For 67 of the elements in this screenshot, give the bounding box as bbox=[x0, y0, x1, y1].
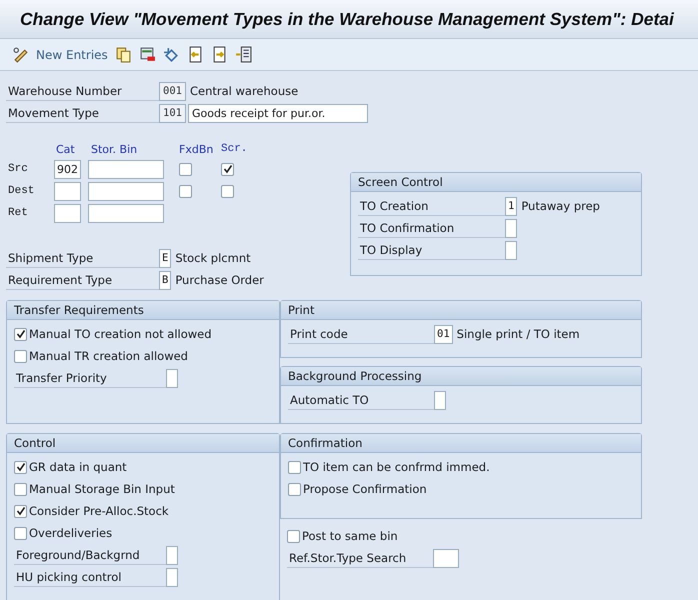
group-title: Transfer Requirements bbox=[7, 301, 279, 320]
column-header: Stor. Bin bbox=[91, 142, 138, 156]
input-field[interactable] bbox=[54, 182, 81, 200]
input-field[interactable]: 01 bbox=[434, 324, 453, 344]
field-value[interactable]: 001 bbox=[159, 82, 186, 100]
checkbox-label: GR data in quant bbox=[29, 460, 127, 474]
checkbox[interactable] bbox=[287, 530, 300, 542]
input-field[interactable] bbox=[166, 568, 178, 586]
group-title: Screen Control bbox=[351, 173, 641, 192]
input-field[interactable] bbox=[166, 546, 178, 564]
checkbox-label: Manual TR creation allowed bbox=[29, 349, 188, 363]
window-title: Change View "Movement Types in the Warehouse Management System": Detai bbox=[0, 0, 698, 39]
checkbox-label: Propose Confirmation bbox=[303, 482, 427, 496]
checkbox[interactable] bbox=[221, 162, 234, 176]
input-field[interactable] bbox=[88, 182, 164, 200]
copy-icon[interactable] bbox=[114, 44, 132, 64]
group-title: Confirmation bbox=[281, 434, 641, 453]
list-icon[interactable] bbox=[234, 44, 252, 64]
field-description: Stock plcmnt bbox=[175, 251, 251, 265]
input-field[interactable]: 902 bbox=[54, 160, 81, 178]
row-label: Src bbox=[7, 162, 29, 177]
next-icon[interactable] bbox=[210, 44, 228, 64]
row-label: Ret bbox=[7, 206, 29, 221]
input-field[interactable] bbox=[54, 204, 81, 222]
input-field[interactable] bbox=[88, 160, 164, 178]
checkbox-label: Manual TO creation not allowed bbox=[29, 327, 212, 341]
checkbox-label: Post to same bin bbox=[302, 529, 398, 543]
input-field[interactable]: 1 bbox=[505, 196, 518, 216]
pencil-icon[interactable] bbox=[12, 44, 29, 64]
checkbox[interactable] bbox=[179, 162, 192, 176]
input-field[interactable] bbox=[434, 390, 446, 410]
field-description: Purchase Order bbox=[175, 273, 264, 287]
checkbox-label: Consider Pre-Alloc.Stock bbox=[29, 504, 169, 518]
checkbox-label: Manual Storage Bin Input bbox=[29, 482, 175, 496]
column-header: Scr. bbox=[221, 143, 248, 155]
field-description: Single print / TO item bbox=[456, 327, 580, 341]
input-field[interactable] bbox=[433, 548, 459, 568]
input-field[interactable]: Goods receipt for pur.or. bbox=[188, 104, 368, 122]
group-title: Background Processing bbox=[281, 367, 641, 386]
checkbox[interactable] bbox=[179, 184, 192, 198]
checkbox[interactable] bbox=[14, 482, 27, 496]
input-field[interactable] bbox=[166, 368, 178, 388]
column-header: Cat bbox=[56, 142, 76, 156]
checkbox[interactable] bbox=[14, 526, 27, 540]
input-field[interactable] bbox=[505, 218, 517, 238]
group-title: Control bbox=[7, 434, 279, 453]
input-field[interactable]: E bbox=[159, 248, 172, 268]
checkbox[interactable] bbox=[288, 460, 301, 474]
field-description: Central warehouse bbox=[190, 84, 298, 98]
field-description: Putaway prep bbox=[521, 199, 600, 213]
input-field[interactable] bbox=[88, 204, 164, 222]
checkbox[interactable] bbox=[14, 328, 27, 340]
field-value[interactable]: 101 bbox=[159, 104, 186, 122]
checkbox[interactable] bbox=[14, 460, 27, 474]
checkbox[interactable] bbox=[221, 184, 234, 198]
checkbox[interactable] bbox=[14, 504, 27, 518]
input-field[interactable] bbox=[505, 240, 517, 260]
group-title: Print bbox=[281, 301, 641, 320]
new-entries-button[interactable]: New Entries bbox=[36, 44, 108, 64]
column-header: FxdBn bbox=[179, 142, 214, 156]
checkbox-label: TO item can be confrmd immed. bbox=[303, 460, 490, 474]
checkbox[interactable] bbox=[288, 482, 301, 496]
checkbox[interactable] bbox=[14, 350, 27, 362]
checkbox-label: Overdeliveries bbox=[29, 526, 112, 540]
previous-icon[interactable] bbox=[186, 44, 204, 64]
input-field[interactable]: B bbox=[159, 270, 172, 290]
row-label: Dest bbox=[7, 184, 36, 199]
